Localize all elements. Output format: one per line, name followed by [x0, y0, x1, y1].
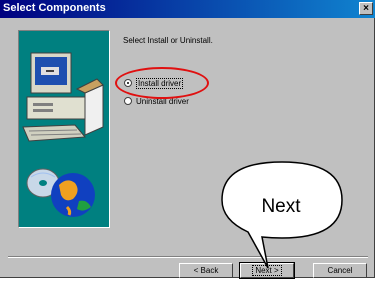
callout-text: Next	[261, 196, 301, 217]
callout-bubble	[221, 161, 343, 269]
